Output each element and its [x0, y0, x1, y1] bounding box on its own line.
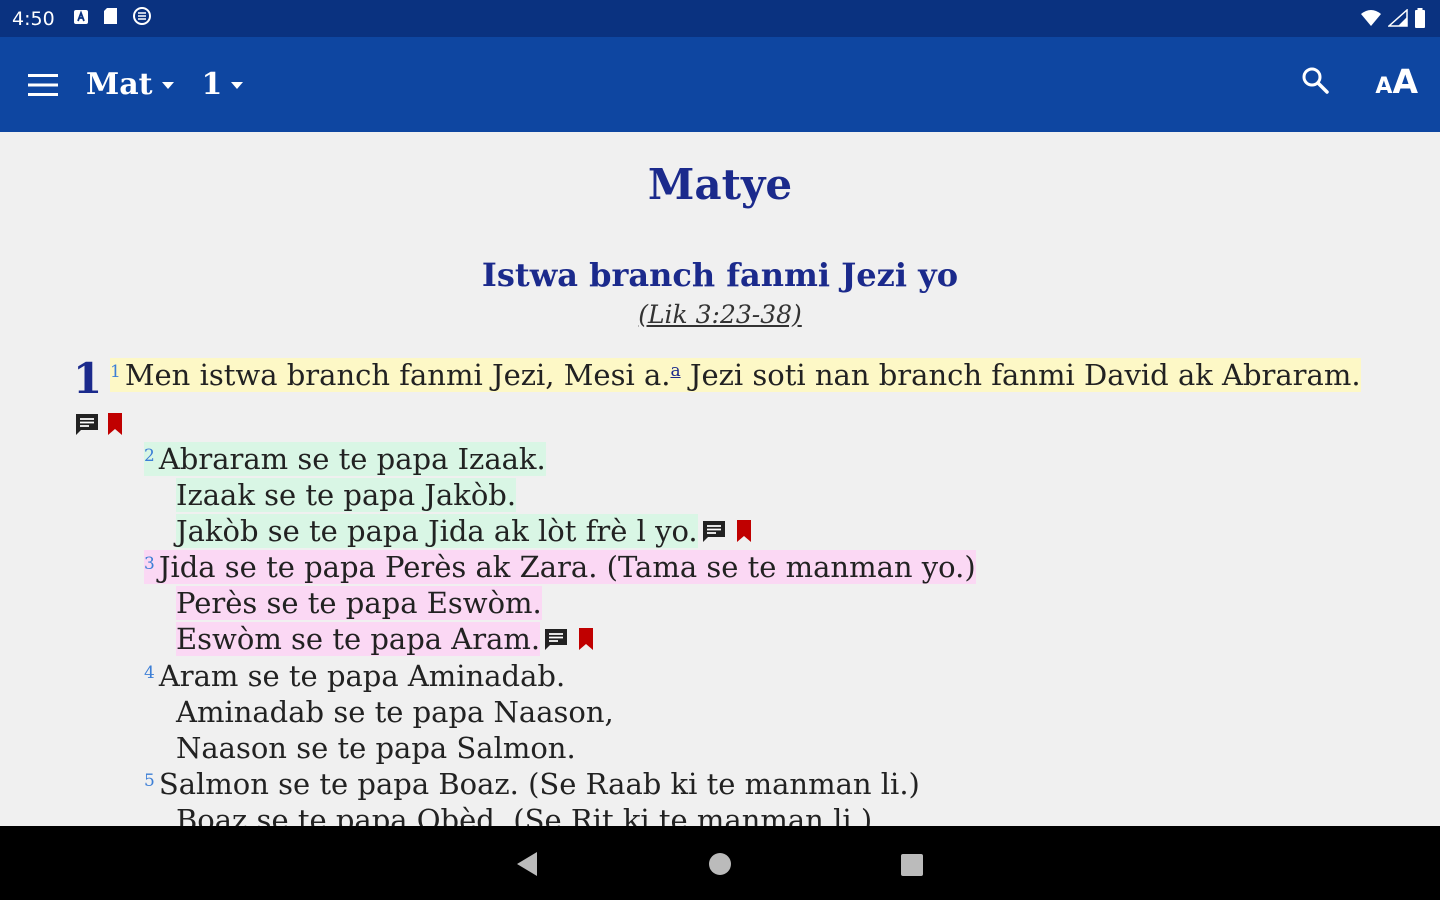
sd-card-icon [103, 7, 118, 30]
note-icon[interactable] [74, 412, 100, 440]
verse-1[interactable]: 1 Men istwa branch fanmi Jezi, Mesi a.a J… [110, 357, 1361, 393]
verse-4-text: Aram se te papa Aminadab. [158, 659, 566, 693]
verse-4-text: Naason se te papa Salmon. [176, 731, 576, 765]
bookmark-icon[interactable] [735, 515, 753, 551]
verse-4-line-1[interactable]: 4 Aram se te papa Aminadab. [144, 658, 565, 694]
book-title: Matye [647, 160, 793, 209]
bookmark-icon[interactable] [577, 623, 595, 659]
text-size-button[interactable]: AA [1375, 65, 1418, 98]
verse-4-line-2[interactable]: Aminadab se te papa Naason, [176, 694, 614, 730]
verse-5-line-1[interactable]: 5 Salmon se te papa Boaz. (Se Raab ki te … [144, 766, 920, 802]
status-time: 4:50 [12, 7, 55, 30]
menu-icon[interactable] [28, 72, 58, 98]
battery-icon [1414, 8, 1426, 33]
verse-1-markers [74, 412, 124, 440]
text-size-big-glyph: A [1392, 62, 1418, 101]
text-size-small-glyph: A [1375, 74, 1393, 99]
verse-2-text: Izaak se te papa Jakòb. [176, 478, 517, 512]
bookmark-icon[interactable] [106, 412, 124, 440]
verse-3-text: Eswòm se te papa Aram. [176, 622, 541, 656]
chapter-selector-label: 1 [201, 67, 223, 102]
verse-5-text: Boaz se te papa Obèd. (Se Rit ki te manm… [176, 803, 873, 826]
app-toolbar: Mat 1 AA [0, 37, 1440, 132]
verse-2-text: Jakòb se te papa Jida ak lòt frè l yo. [176, 514, 698, 548]
recents-icon[interactable] [900, 853, 924, 881]
verse-4-text: Aminadab se te papa Naason, [176, 695, 614, 729]
verse-1-highlight: 1 Men istwa branch fanmi Jezi, Mesi a.a J… [110, 358, 1361, 392]
verse-2-line-1[interactable]: 2 Abraram se te papa Izaak. [144, 441, 546, 477]
verse-5-text: Salmon se te papa Boaz. (Se Raab ki te m… [158, 767, 920, 801]
verse-3-line-1[interactable]: 3 Jida se te papa Perès ak Zara. (Tama se… [144, 549, 976, 585]
verse-3-line-3[interactable]: Eswòm se te papa Aram. [176, 621, 595, 659]
back-icon[interactable] [515, 851, 539, 881]
a-notification-icon [73, 8, 89, 30]
book-selector[interactable]: Mat [86, 67, 174, 102]
note-icon[interactable] [701, 515, 727, 551]
verse-number: 3 [144, 554, 155, 574]
verse-4-line-3[interactable]: Naason se te papa Salmon. [176, 730, 576, 766]
signal-icon [1387, 8, 1408, 32]
verse-1-text-b: Jezi soti nan branch fanmi David ak Abra… [680, 358, 1361, 392]
home-icon[interactable] [708, 852, 732, 880]
verse-5-line-2[interactable]: Boaz se te papa Obèd. (Se Rit ki te manm… [176, 802, 872, 826]
status-bar: 4:50 [0, 0, 1440, 37]
verse-number: 4 [144, 663, 155, 683]
verse-1-text-a: Men istwa branch fanmi Jezi, Mesi a. [124, 358, 671, 392]
verse-number: 2 [144, 446, 155, 466]
chapter-selector[interactable]: 1 [202, 67, 244, 102]
chapter-number: 1 [73, 354, 103, 403]
reading-pane[interactable]: Matye Istwa branch fanmi Jezi yo (Lik 3:… [0, 132, 1440, 826]
verse-2-text: Abraram se te papa Izaak. [158, 442, 546, 476]
book-selector-label: Mat [86, 67, 153, 102]
caret-down-icon [231, 82, 244, 89]
search-icon[interactable] [1301, 66, 1330, 98]
verse-3-text: Jida se te papa Perès ak Zara. (Tama se … [158, 550, 976, 584]
footnote-marker[interactable]: a [670, 361, 680, 381]
verse-2-line-3[interactable]: Jakòb se te papa Jida ak lòt frè l yo. [176, 513, 753, 551]
note-icon[interactable] [543, 623, 569, 659]
system-nav-bar [0, 826, 1440, 900]
caret-down-icon [161, 82, 174, 89]
section-heading: Istwa branch fanmi Jezi yo [481, 256, 959, 294]
wifi-icon [1360, 9, 1382, 32]
verse-number: 5 [144, 771, 155, 791]
verse-3-line-2[interactable]: Perès se te papa Eswòm. [176, 585, 542, 621]
verse-number: 1 [110, 362, 121, 382]
vpn-icon [132, 6, 152, 31]
cross-reference-link[interactable]: (Lik 3:23-38) [0, 300, 1440, 329]
verse-2-line-2[interactable]: Izaak se te papa Jakòb. [176, 477, 517, 513]
verse-3-text: Perès se te papa Eswòm. [176, 586, 542, 620]
